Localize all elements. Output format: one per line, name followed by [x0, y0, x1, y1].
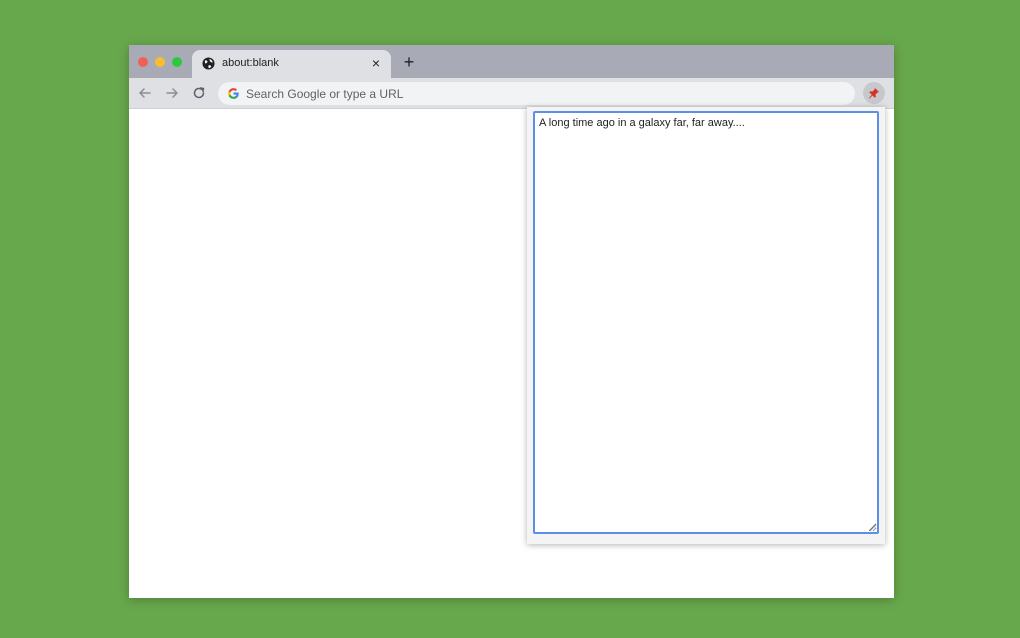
arrow-right-icon[interactable] [163, 84, 181, 102]
tab-about-blank[interactable]: about:blank × [192, 50, 391, 78]
new-tab-button[interactable]: + [401, 53, 417, 71]
note-textarea[interactable] [533, 111, 879, 534]
arrow-left-icon[interactable] [136, 84, 154, 102]
browser-window: about:blank × + Search Google or type a … [129, 45, 894, 598]
tab-close-button[interactable]: × [369, 56, 383, 70]
close-window-button[interactable] [138, 57, 148, 67]
tab-title: about:blank [222, 57, 279, 69]
maximize-window-button[interactable] [172, 57, 182, 67]
omnibox[interactable]: Search Google or type a URL [218, 82, 855, 105]
google-g-icon [228, 88, 239, 99]
toolbar: Search Google or type a URL [129, 78, 894, 109]
notepad-popup [527, 107, 885, 544]
pushpin-icon [869, 88, 879, 99]
reload-icon[interactable] [190, 84, 208, 102]
minimize-window-button[interactable] [155, 57, 165, 67]
globe-icon [202, 57, 215, 70]
extension-button[interactable] [863, 82, 885, 104]
omnibox-placeholder: Search Google or type a URL [246, 87, 404, 101]
resize-handle-icon[interactable] [869, 524, 877, 532]
title-bar: about:blank × + [129, 45, 894, 78]
